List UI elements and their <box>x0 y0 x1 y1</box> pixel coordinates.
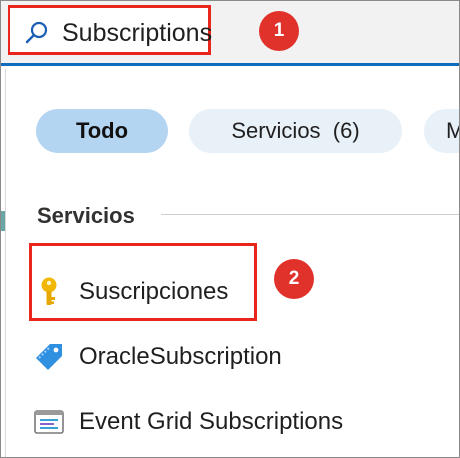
result-item-oraclesubscription[interactable]: OracleSubscription <box>33 333 282 381</box>
filter-pill-services[interactable]: Servicios (6) <box>189 109 402 153</box>
search-input-value: Subscriptions <box>62 19 213 47</box>
result-label: OracleSubscription <box>79 343 282 370</box>
search-icon <box>25 21 48 44</box>
result-label: Suscripciones <box>79 278 229 305</box>
oracle-tag-icon <box>36 344 62 370</box>
search-input[interactable]: Subscriptions <box>8 5 213 55</box>
top-search-bar: Subscriptions 1 <box>1 1 459 63</box>
key-icon <box>41 277 57 305</box>
result-item-event-grid-subscriptions[interactable]: Event Grid Subscriptions <box>33 398 343 446</box>
step-callout-1: 1 <box>259 11 299 51</box>
section-title: Servicios <box>37 203 135 228</box>
result-item-suscripciones[interactable]: Suscripciones <box>33 268 228 316</box>
step-callout-2: 2 <box>274 259 314 299</box>
result-label: Event Grid Subscriptions <box>79 408 344 435</box>
filter-pill-all[interactable]: Todo <box>36 109 168 153</box>
search-bar-accent-line <box>1 63 459 66</box>
event-grid-icon <box>34 410 64 434</box>
search-results-dropdown: Todo Servicios (6) M Servicios Suscripci… <box>5 69 459 457</box>
filter-pill-more[interactable]: M <box>424 109 459 153</box>
screenshot-frame: Subscriptions 1 Todo Servicios (6) M Ser… <box>0 0 460 458</box>
section-divider <box>161 214 459 215</box>
